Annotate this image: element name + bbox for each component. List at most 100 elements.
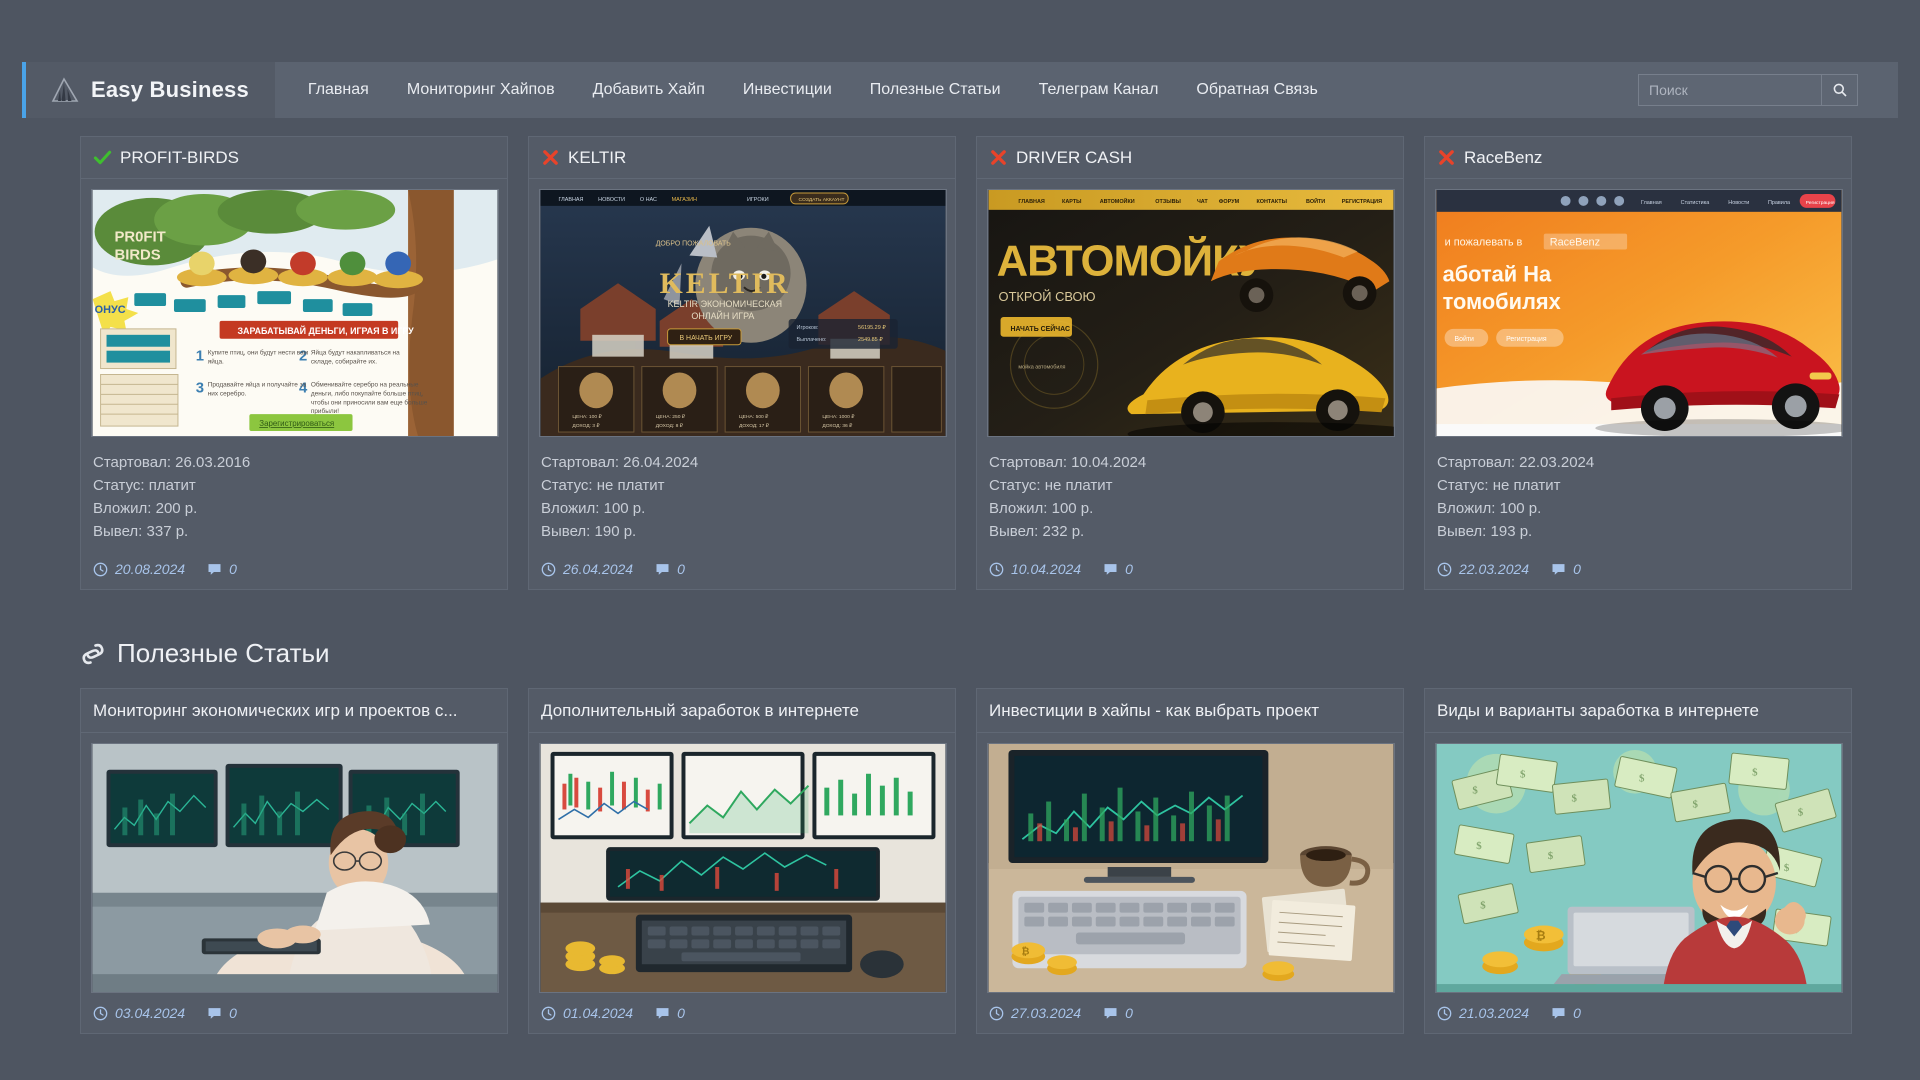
clock-icon [989,562,1004,576]
nav-item-articles[interactable]: Полезные Статьи [851,62,1020,118]
hyip-withdrawn-line: Вывел: 232 р. [989,523,1085,540]
svg-text:деньги, либо покупайте больше: деньги, либо покупайте больше птиц, [311,389,424,397]
svg-text:$: $ [1548,850,1554,862]
search-input[interactable] [1638,74,1822,106]
hyip-invested-line: Вложил: 100 р. [989,500,1094,517]
article-card-header: Мониторинг экономических игр и проектов … [81,689,507,733]
article-card[interactable]: Виды и варианты заработка в интернете $ … [1424,688,1852,1034]
svg-text:$: $ [1472,785,1478,797]
svg-text:Правила: Правила [1768,200,1791,206]
article-card-header: Инвестиции в хайпы - как выбрать проект [977,689,1403,733]
svg-text:томобилях: томобилях [1443,289,1561,314]
hyip-status-line: Статус: платит [93,477,196,494]
svg-text:$: $ [1480,900,1486,912]
article-title[interactable]: Инвестиции в хайпы - как выбрать проект [989,701,1319,721]
hyip-card-footer: 10.04.2024 0 [977,547,1403,589]
svg-text:КОНТАКТЫ: КОНТАКТЫ [1256,199,1286,205]
red-cross-icon [1439,150,1454,165]
article-comment-count: 0 [229,1005,237,1021]
comment-icon [1104,563,1117,575]
hyip-card[interactable]: DRIVER CASH ГЛАВНАЯ КАРТЫ АВТОМОЙКИ ОТЗЫ… [976,136,1404,590]
svg-text:2549.85 ₽: 2549.85 ₽ [858,337,883,343]
article-title[interactable]: Виды и варианты заработка в интернете [1437,701,1759,721]
hyip-invested-line: Вложил: 100 р. [541,500,646,517]
svg-text:ОНЛАЙН ИГРА: ОНЛАЙН ИГРА [691,310,754,321]
articles-row: Мониторинг экономических игр и проектов … [80,688,1852,1034]
hyip-card[interactable]: KELTIR ГЛАВНАЯ НОВОСТИ О НАС МАГАЗИН ИГРОКИ [528,136,956,590]
article-thumbnail-frame[interactable] [529,733,955,993]
hyip-status-line: Статус: не платит [1437,477,1561,494]
hyip-date: 22.03.2024 [1459,561,1530,577]
article-card[interactable]: Мониторинг экономических игр и проектов … [80,688,508,1034]
svg-text:$: $ [1693,798,1699,810]
svg-text:ОНУС: ОНУС [95,304,126,316]
hyip-thumbnail-frame[interactable]: ГЛАВНАЯ КАРТЫ АВТОМОЙКИ ОТЗЫВЫ ЧАТ ФОРУМ КОН… [977,179,1403,437]
svg-text:ДОХОД: 17 ₽: ДОХОД: 17 ₽ [739,423,770,429]
hyip-thumbnail-frame[interactable]: ГЛАВНАЯ НОВОСТИ О НАС МАГАЗИН ИГРОКИ СОЗДАТ… [529,179,955,437]
hyip-card-title: KELTIR [568,147,627,167]
svg-text:ЦЕНА: 500 ₽: ЦЕНА: 500 ₽ [739,414,769,420]
nav-item-add-hyip[interactable]: Добавить Хайп [574,62,724,118]
svg-text:$: $ [1639,773,1645,785]
hyip-withdrawn-line: Вывел: 190 р. [541,523,637,540]
hyip-card-title: PROFIT-BIRDS [120,147,240,167]
article-title[interactable]: Дополнительный заработок в интернете [541,701,859,721]
hyip-thumbnail-frame[interactable]: PR0FIT BIRDS ОНУС ЗАРАБАТЫВАЙ ДЕНЬГИ, ИГ… [81,179,507,437]
svg-text:ФОРУМ: ФОРУМ [1219,199,1240,205]
articles-section-heading: Полезные Статьи [80,638,330,669]
article-thumbnail-frame[interactable]: $$$ $$$ $$$ $$$ ₿ [1425,733,1851,993]
hyip-cards-row: PROFIT-BIRDS PR0FIT BIRDS ОНУС ЗАРАБАТЫВ… [80,136,1852,590]
article-title[interactable]: Мониторинг экономических игр и проектов … [93,701,458,721]
hyip-card[interactable]: PROFIT-BIRDS PR0FIT BIRDS ОНУС ЗАРАБАТЫВ… [80,136,508,590]
svg-text:PR0FIT: PR0FIT [114,230,165,246]
svg-text:МАГАЗИН: МАГАЗИН [672,197,697,203]
svg-text:РЕГИСТРАЦИЯ: РЕГИСТРАЦИЯ [1342,199,1382,205]
clock-icon [93,562,108,576]
svg-text:ВОЙТИ: ВОЙТИ [1306,197,1325,205]
hyip-thumbnail: ГЛАВНАЯ КАРТЫ АВТОМОЙКИ ОТЗЫВЫ ЧАТ ФОРУМ КОН… [987,189,1395,437]
article-comment-count: 0 [1573,1005,1581,1021]
svg-text:чтобы они приносили вам еще бо: чтобы они приносили вам еще больше [311,398,428,406]
brand-logo-link[interactable]: Easy Business [26,62,275,118]
svg-text:Регистрация: Регистрация [1506,336,1547,343]
article-date: 01.04.2024 [563,1005,634,1021]
red-cross-icon [991,150,1006,165]
article-thumbnail-frame[interactable]: ₿ [977,733,1403,993]
article-thumbnail-frame[interactable] [81,733,507,993]
nav-item-feedback[interactable]: Обратная Связь [1177,62,1336,118]
hyip-card-header: KELTIR [529,137,955,179]
nav-item-home[interactable]: Главная [289,62,388,118]
svg-text:$: $ [1798,806,1804,818]
link-chain-icon [82,643,104,664]
comment-icon [208,1007,221,1019]
hyip-invested-line: Вложил: 200 р. [93,500,198,517]
article-thumbnail [539,743,947,993]
hyip-thumbnail: Главная Статистика Новости Правила Регистра… [1435,189,1843,437]
svg-text:Главная: Главная [1641,200,1662,206]
svg-text:1: 1 [196,349,204,365]
hyip-thumbnail: ГЛАВНАЯ НОВОСТИ О НАС МАГАЗИН ИГРОКИ СОЗДАТ… [539,189,947,437]
hyip-thumbnail-frame[interactable]: Главная Статистика Новости Правила Регистра… [1425,179,1851,437]
svg-text:ЦЕНА: 1000 ₽: ЦЕНА: 1000 ₽ [822,414,855,420]
article-card[interactable]: Инвестиции в хайпы - как выбрать проект [976,688,1404,1034]
hyip-status-line: Статус: не платит [541,477,665,494]
article-thumbnail: ₿ [987,743,1395,993]
nav-item-telegram[interactable]: Телеграм Канал [1020,62,1178,118]
nav-item-investments[interactable]: Инвестиции [724,62,851,118]
hyip-card-header: DRIVER CASH [977,137,1403,179]
svg-text:$: $ [1520,769,1526,781]
comment-icon [1552,563,1565,575]
svg-text:Продавайте яйца и получайте за: Продавайте яйца и получайте за [208,380,307,388]
search-submit-button[interactable] [1822,74,1858,106]
article-card[interactable]: Дополнительный заработок в интернете 01.… [528,688,956,1034]
search-icon [1833,83,1847,97]
hyip-started-line: Стартовал: 26.03.2016 [93,454,251,471]
svg-text:мойка автомобиля: мойка автомобиля [1018,364,1065,371]
nav-item-monitoring[interactable]: Мониторинг Хайпов [388,62,574,118]
svg-text:Игроков:: Игроков: [797,325,819,331]
hyip-card-body: Стартовал: 26.04.2024 Статус: не платит … [529,437,955,547]
svg-text:О НАС: О НАС [640,197,657,203]
svg-text:Регистрация: Регистрация [1806,200,1835,206]
hyip-card-body: Стартовал: 22.03.2024 Статус: не платит … [1425,437,1851,547]
hyip-card[interactable]: RaceBenz Главная Статистика Новости Прав… [1424,136,1852,590]
